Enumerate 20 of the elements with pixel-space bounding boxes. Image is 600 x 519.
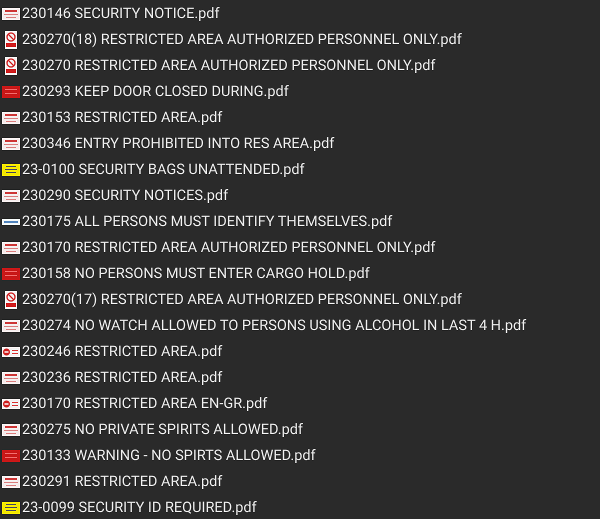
file-name[interactable]: 230236 RESTRICTED AREA.pdf	[22, 370, 222, 386]
file-name[interactable]: 230133 WARNING - NO SPIRTS ALLOWED.pdf	[22, 448, 316, 464]
file-name[interactable]: 230275 NO PRIVATE SPIRITS ALLOWED.pdf	[22, 422, 303, 438]
file-name[interactable]: 230246 RESTRICTED AREA.pdf	[22, 344, 222, 360]
file-name[interactable]: 230274 NO WATCH ALLOWED TO PERSONS USING ALCOHOL IN LAST 4 H.pdf	[22, 318, 526, 334]
file-name[interactable]: 230170 RESTRICTED AREA AUTHORIZED PERSONNEL ONLY.pdf	[22, 240, 436, 256]
file-name[interactable]: 230270(18) RESTRICTED AREA AUTHORIZED PERSONNEL ONLY.pdf	[22, 32, 462, 48]
file-name[interactable]: 230270(17) RESTRICTED AREA AUTHORIZED PERSONNEL ONLY.pdf	[22, 292, 462, 308]
file-name[interactable]: 23-0099 SECURITY ID REQUIRED.pdf	[22, 500, 257, 516]
file-name[interactable]: 230346 ENTRY PROHIBITED INTO RES AREA.pdf	[22, 136, 334, 152]
file-name[interactable]: 230158 NO PERSONS MUST ENTER CARGO HOLD.pdf	[22, 266, 370, 282]
file-name[interactable]: 230293 KEEP DOOR CLOSED DURING.pdf	[22, 84, 289, 100]
file-name[interactable]: 23-0100 SECURITY BAGS UNATTENDED.pdf	[22, 162, 305, 178]
file-name[interactable]: 230170 RESTRICTED AREA EN-GR.pdf	[22, 396, 268, 412]
file-name[interactable]: 230291 RESTRICTED AREA.pdf	[22, 474, 222, 490]
file-name[interactable]: 230146 SECURITY NOTICE.pdf	[22, 6, 220, 22]
file-name[interactable]: 230270 RESTRICTED AREA AUTHORIZED PERSONNEL ONLY.pdf	[22, 58, 436, 74]
file-name[interactable]: 230175 ALL PERSONS MUST IDENTIFY THEMSELVES.pdf	[22, 214, 392, 230]
file-name[interactable]: 230153 RESTRICTED AREA.pdf	[22, 110, 222, 126]
file-name[interactable]: 230290 SECURITY NOTICES.pdf	[22, 188, 228, 204]
